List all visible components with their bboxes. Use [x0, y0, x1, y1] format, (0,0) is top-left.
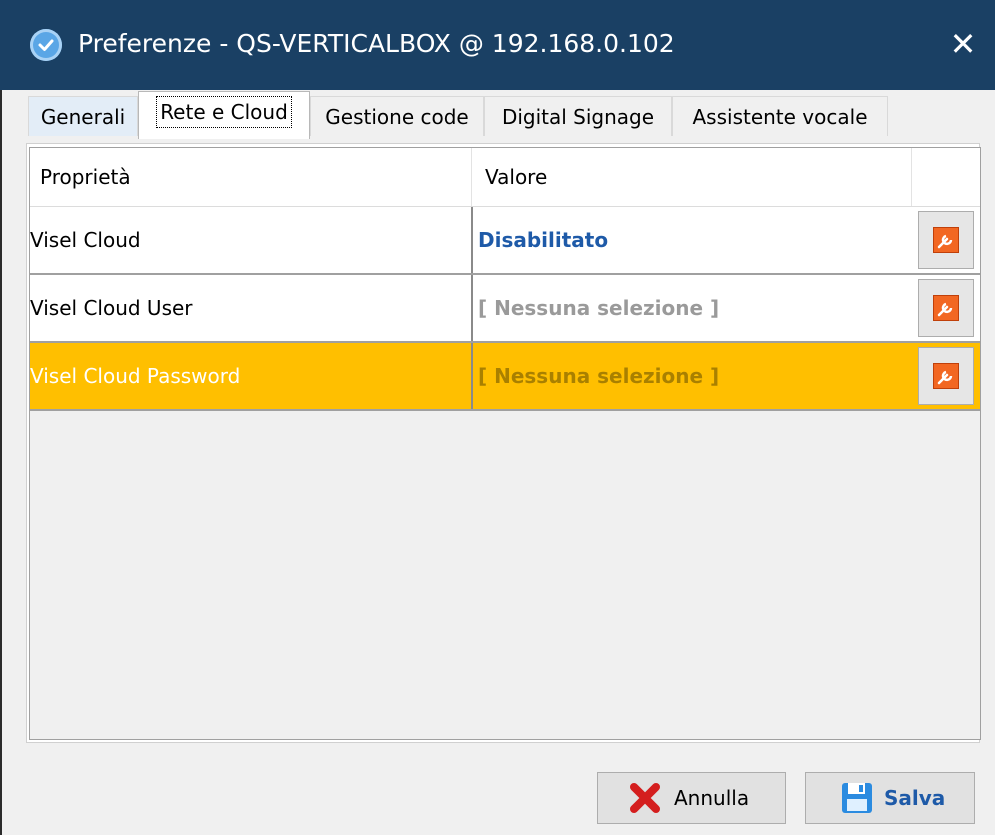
- tab-label: Assistente vocale: [692, 105, 868, 129]
- tab-gestione-code[interactable]: Gestione code: [310, 96, 484, 136]
- app-logo-icon: [30, 29, 62, 61]
- cell-divider: [471, 207, 473, 273]
- wrench-icon: [933, 363, 959, 389]
- tab-label: Digital Signage: [501, 105, 655, 129]
- window-title: Preferenze - QS-VERTICALBOX @ 192.168.0.…: [78, 29, 675, 58]
- property-value[interactable]: [ Nessuna selezione ]: [478, 275, 719, 341]
- save-label: Salva: [884, 786, 946, 810]
- table-row[interactable]: Visel Cloud Disabilitato: [30, 207, 980, 275]
- save-button[interactable]: Salva: [805, 772, 975, 824]
- cancel-label: Annulla: [674, 786, 750, 810]
- edit-button[interactable]: [918, 211, 974, 269]
- tab-label: Gestione code: [325, 105, 469, 129]
- tab-digital-signage[interactable]: Digital Signage: [484, 96, 672, 136]
- cell-divider: [471, 343, 473, 409]
- property-name: Visel Cloud User: [30, 296, 193, 320]
- tab-panel: Proprietà Valore Visel Cloud Disabilitat…: [26, 143, 981, 743]
- column-header-value[interactable]: Valore: [485, 148, 547, 206]
- wrench-icon: [933, 227, 959, 253]
- column-divider: [911, 148, 912, 206]
- close-button[interactable]: ✕: [931, 14, 995, 74]
- tab-generali[interactable]: Generali: [28, 96, 138, 136]
- cell-divider: [471, 275, 473, 341]
- column-header-property[interactable]: Proprietà: [40, 148, 131, 206]
- tab-label: Rete e Cloud: [156, 96, 292, 128]
- red-x-icon: [628, 782, 662, 832]
- preferences-dialog: Preferenze - QS-VERTICALBOX @ 192.168.0.…: [0, 0, 995, 835]
- table-row[interactable]: Visel Cloud User [ Nessuna selezione ]: [30, 275, 980, 343]
- cancel-button[interactable]: Annulla: [597, 772, 786, 824]
- property-value[interactable]: [ Nessuna selezione ]: [478, 343, 719, 409]
- property-value[interactable]: Disabilitato: [478, 207, 608, 273]
- property-grid[interactable]: Proprietà Valore Visel Cloud Disabilitat…: [29, 147, 981, 740]
- tab-assistente-vocale[interactable]: Assistente vocale: [672, 96, 888, 136]
- property-name: Visel Cloud: [30, 228, 141, 252]
- edit-button[interactable]: [918, 347, 974, 405]
- property-name: Visel Cloud Password: [30, 364, 241, 388]
- title-bar[interactable]: Preferenze - QS-VERTICALBOX @ 192.168.0.…: [0, 0, 995, 90]
- tab-rete-e-cloud[interactable]: Rete e Cloud: [138, 91, 310, 139]
- grid-header: Proprietà Valore: [30, 148, 980, 207]
- floppy-disk-icon: [840, 781, 874, 833]
- window-border: [0, 90, 2, 835]
- column-divider: [471, 148, 472, 206]
- wrench-icon: [933, 295, 959, 321]
- table-row-selected[interactable]: Visel Cloud Password [ Nessuna selezione…: [30, 343, 980, 411]
- tab-label: Generali: [40, 105, 126, 129]
- edit-button[interactable]: [918, 279, 974, 337]
